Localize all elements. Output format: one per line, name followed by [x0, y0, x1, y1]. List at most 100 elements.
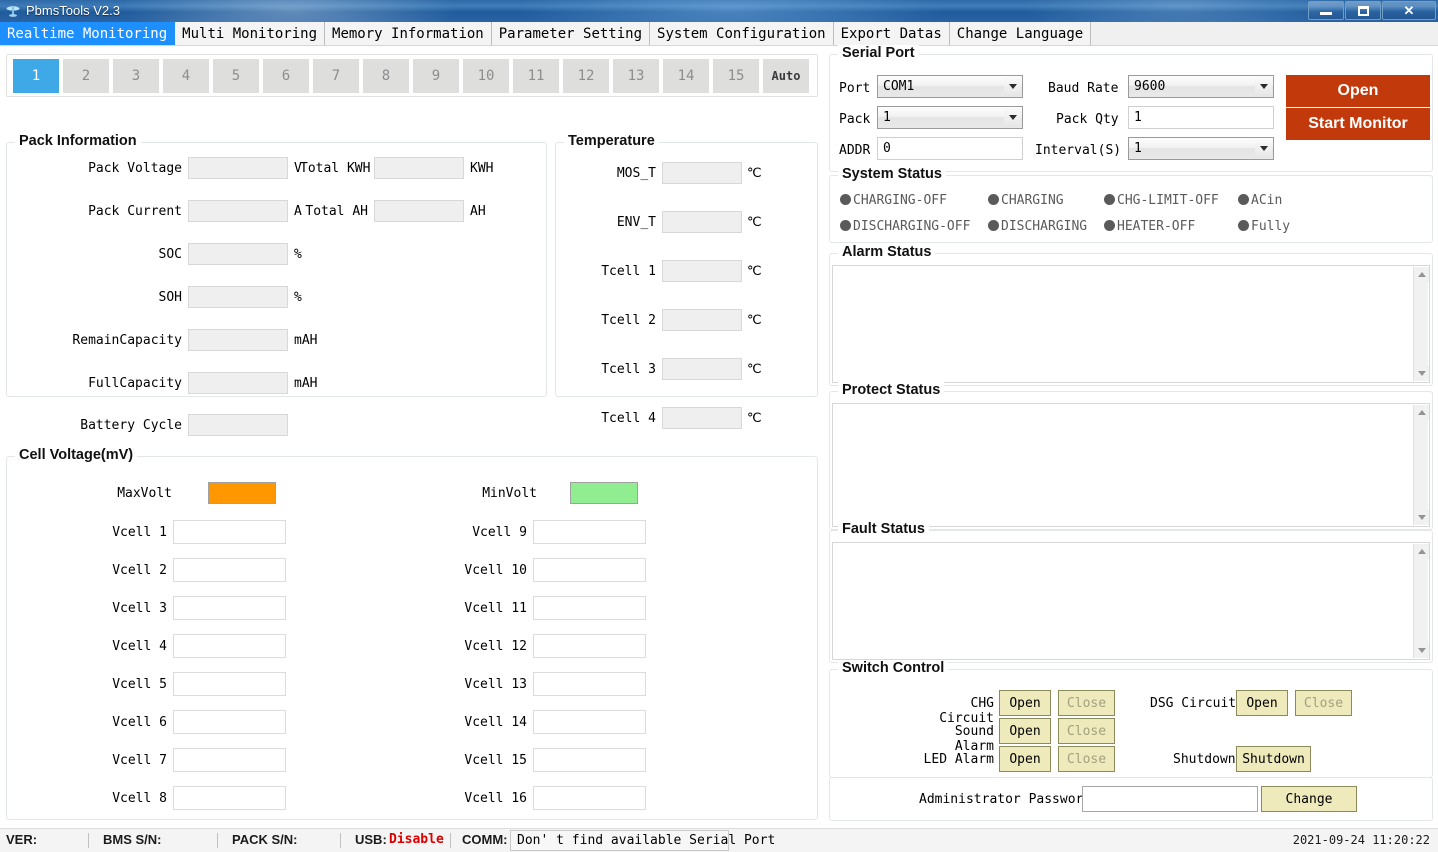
pack-button-10[interactable]: 10: [463, 59, 509, 93]
pack-current-value[interactable]: [188, 200, 288, 222]
battery-cycle-value[interactable]: [188, 414, 288, 436]
baud-rate-select[interactable]: 9600: [1128, 75, 1274, 98]
pack-button-2[interactable]: 2: [63, 59, 109, 93]
scroll-down-icon[interactable]: [1414, 366, 1429, 381]
soh-value[interactable]: [188, 286, 288, 308]
dsg-circuit-open-button[interactable]: Open: [1236, 690, 1288, 716]
tab-export-datas[interactable]: Export Datas: [834, 22, 950, 45]
vcell-13-value[interactable]: [533, 672, 646, 696]
pack-button-14[interactable]: 14: [663, 59, 709, 93]
open-button[interactable]: Open: [1286, 75, 1430, 107]
dsg-circuit-close-button[interactable]: Close: [1295, 690, 1352, 716]
vcell-9-value[interactable]: [533, 520, 646, 544]
vcell-1-value[interactable]: [173, 520, 286, 544]
sound-alarm-close-button[interactable]: Close: [1058, 718, 1115, 744]
field-min-volt: MinVolt: [387, 482, 638, 504]
pack-button-1[interactable]: 1: [13, 59, 59, 93]
addr-input[interactable]: 0: [877, 137, 1023, 160]
tcell-4-value[interactable]: [662, 407, 742, 429]
mos-t-value[interactable]: [662, 162, 742, 184]
pack-select[interactable]: 1: [877, 106, 1023, 129]
pack-qty-input[interactable]: 1: [1128, 106, 1274, 129]
vcell-8-value[interactable]: [173, 786, 286, 810]
pack-button-3[interactable]: 3: [113, 59, 159, 93]
vcell-14-value[interactable]: [533, 710, 646, 734]
protect-status-scrollbar[interactable]: [1413, 405, 1428, 525]
total-ah-value[interactable]: [374, 200, 464, 222]
vcell-11-value[interactable]: [533, 596, 646, 620]
pack-qty-label: Pack Qty: [1056, 112, 1119, 127]
minimize-button[interactable]: [1308, 1, 1344, 20]
port-select[interactable]: COM1: [877, 75, 1023, 98]
vcell-16-label: Vcell 16: [377, 791, 527, 806]
close-button[interactable]: ✕: [1382, 1, 1436, 20]
field-tcell-3: Tcell 3 ℃: [566, 358, 762, 380]
total-kwh-value[interactable]: [374, 157, 464, 179]
scroll-up-icon[interactable]: [1414, 267, 1429, 282]
tcell-3-value[interactable]: [662, 358, 742, 380]
vcell-4-value[interactable]: [173, 634, 286, 658]
pack-button-12[interactable]: 12: [563, 59, 609, 93]
vcell-2-value[interactable]: [173, 558, 286, 582]
pack-button-15[interactable]: 15: [713, 59, 759, 93]
pack-button-4[interactable]: 4: [163, 59, 209, 93]
protect-status-list[interactable]: [832, 403, 1430, 527]
tab-realtime-monitoring[interactable]: Realtime Monitoring: [0, 22, 175, 45]
change-password-button[interactable]: Change: [1261, 786, 1357, 812]
scroll-down-icon[interactable]: [1414, 510, 1429, 525]
interval-select[interactable]: 1: [1128, 137, 1274, 160]
scroll-up-icon[interactable]: [1414, 544, 1429, 559]
vcell-7-value[interactable]: [173, 748, 286, 772]
vcell-16-value[interactable]: [533, 786, 646, 810]
field-vcell-11: Vcell 11: [377, 596, 646, 620]
pack-button-auto[interactable]: Auto: [763, 59, 809, 93]
vcell-12-value[interactable]: [533, 634, 646, 658]
tab-multi-monitoring[interactable]: Multi Monitoring: [175, 22, 325, 45]
maximize-button[interactable]: [1345, 1, 1381, 20]
tab-system-configuration[interactable]: System Configuration: [650, 22, 834, 45]
start-monitor-button[interactable]: Start Monitor: [1286, 108, 1430, 140]
shutdown-button[interactable]: Shutdown: [1236, 746, 1311, 772]
right-pane: Serial Port Port COM1 Baud Rate 9600 Pac…: [826, 46, 1438, 828]
tcell-1-value[interactable]: [662, 260, 742, 282]
tcell-2-value[interactable]: [662, 309, 742, 331]
tab-parameter-setting[interactable]: Parameter Setting: [492, 22, 650, 45]
field-pack-voltage: Pack Voltage V: [17, 157, 302, 179]
alarm-status-list[interactable]: [832, 265, 1430, 383]
baud-rate-label: Baud Rate: [1048, 81, 1118, 96]
chg-circuit-open-button[interactable]: Open: [999, 690, 1051, 716]
soc-value[interactable]: [188, 243, 288, 265]
vcell-15-value[interactable]: [533, 748, 646, 772]
pack-button-5[interactable]: 5: [213, 59, 259, 93]
alarm-status-scrollbar[interactable]: [1413, 267, 1428, 381]
sound-alarm-open-button[interactable]: Open: [999, 718, 1051, 744]
admin-password-input[interactable]: [1082, 786, 1258, 812]
full-capacity-value[interactable]: [188, 372, 288, 394]
fault-status-list[interactable]: [832, 542, 1430, 660]
led-alarm-open-button[interactable]: Open: [999, 746, 1051, 772]
tab-memory-information[interactable]: Memory Information: [325, 22, 492, 45]
addr-label: ADDR: [839, 143, 870, 158]
remain-capacity-value[interactable]: [188, 329, 288, 351]
remain-capacity-unit: mAH: [294, 333, 317, 348]
scroll-down-icon[interactable]: [1414, 643, 1429, 658]
vcell-6-value[interactable]: [173, 710, 286, 734]
vcell-10-value[interactable]: [533, 558, 646, 582]
env-t-value[interactable]: [662, 211, 742, 233]
fault-status-scrollbar[interactable]: [1413, 544, 1428, 658]
status-dot-icon: [840, 194, 851, 205]
usb-label: USB:: [355, 832, 387, 847]
chg-circuit-close-button[interactable]: Close: [1058, 690, 1115, 716]
vcell-3-value[interactable]: [173, 596, 286, 620]
pack-button-6[interactable]: 6: [263, 59, 309, 93]
pack-button-7[interactable]: 7: [313, 59, 359, 93]
pack-button-13[interactable]: 13: [613, 59, 659, 93]
pack-button-11[interactable]: 11: [513, 59, 559, 93]
tab-change-language[interactable]: Change Language: [950, 22, 1091, 45]
pack-voltage-value[interactable]: [188, 157, 288, 179]
pack-button-8[interactable]: 8: [363, 59, 409, 93]
pack-button-9[interactable]: 9: [413, 59, 459, 93]
scroll-up-icon[interactable]: [1414, 405, 1429, 420]
vcell-5-value[interactable]: [173, 672, 286, 696]
led-alarm-close-button[interactable]: Close: [1058, 746, 1115, 772]
